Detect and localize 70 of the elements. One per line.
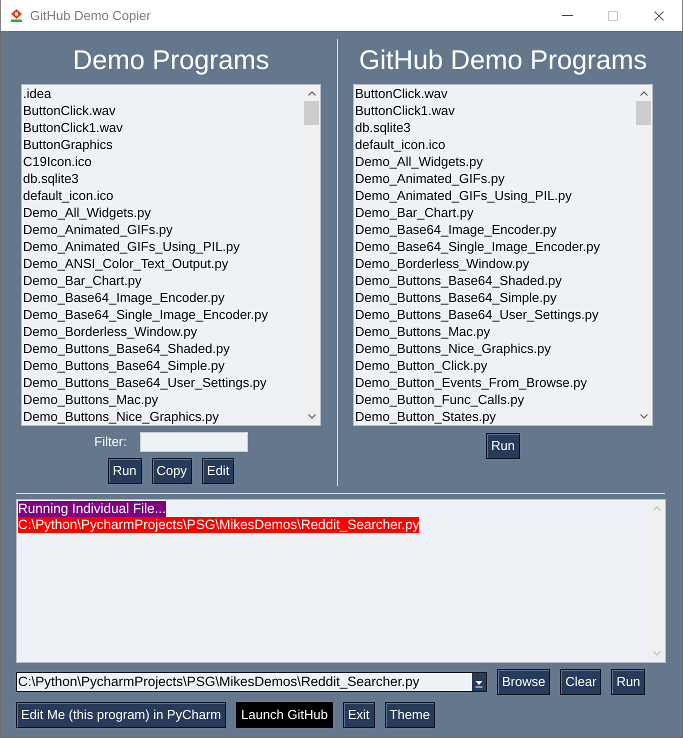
- list-item[interactable]: default_icon.ico: [354, 136, 446, 153]
- list-item[interactable]: default_icon.ico: [22, 187, 114, 204]
- list-item[interactable]: Demo_Buttons_Nice_Graphics.py: [22, 408, 219, 425]
- list-item[interactable]: Demo_Base64_Image_Encoder.py: [354, 221, 557, 238]
- list-item[interactable]: ButtonClick1.wav: [354, 102, 455, 119]
- button[interactable]: Run: [486, 433, 520, 459]
- list-item[interactable]: Demo_Animated_GIFs_Using_PIL.py: [354, 187, 572, 204]
- window-title: GitHub Demo Copier: [30, 6, 151, 25]
- list-item[interactable]: ButtonClick.wav: [354, 85, 448, 102]
- heading: Demo Programs: [72, 44, 270, 77]
- list-item[interactable]: Demo_Buttons_Base64_Simple.py: [354, 289, 557, 306]
- close-icon[interactable]: [654, 10, 664, 20]
- filter-label: Filter:: [94, 433, 127, 452]
- button[interactable]: Theme: [384, 702, 435, 728]
- heading: GitHub Demo Programs: [358, 44, 648, 77]
- list-item[interactable]: Demo_Base64_Single_Image_Encoder.py: [354, 238, 600, 255]
- scrollbar-track[interactable]: [303, 85, 320, 425]
- listbox[interactable]: [21, 84, 321, 426]
- button[interactable]: Browse: [497, 669, 550, 695]
- button[interactable]: Launch GitHub: [236, 702, 333, 728]
- scrollbar-track[interactable]: [635, 85, 652, 425]
- list-item[interactable]: Demo_ANSI_Color_Text_Output.py: [22, 255, 228, 272]
- list-item[interactable]: Demo_Buttons_Base64_Simple.py: [22, 357, 225, 374]
- list-item[interactable]: Demo_Base64_Single_Image_Encoder.py: [22, 306, 268, 323]
- list-item[interactable]: Demo_Borderless_Window.py: [22, 323, 198, 340]
- list-item[interactable]: ButtonGraphics: [22, 136, 113, 153]
- listbox[interactable]: [353, 84, 653, 426]
- scroll-down-icon[interactable]: [640, 414, 648, 419]
- list-item[interactable]: Demo_Bar_Chart.py: [22, 272, 142, 289]
- button[interactable]: Copy: [152, 458, 192, 484]
- scroll-down-icon[interactable]: [308, 414, 316, 419]
- list-item[interactable]: Demo_Animated_GIFs.py: [354, 170, 505, 187]
- list-item[interactable]: Demo_Animated_GIFs.py: [22, 221, 173, 238]
- app-icon: [10, 9, 23, 22]
- button[interactable]: Run: [108, 458, 142, 484]
- list-item[interactable]: Demo_Buttons_Mac.py: [354, 323, 490, 340]
- button[interactable]: Clear: [560, 669, 602, 695]
- filter-field[interactable]: [140, 432, 248, 452]
- list-item[interactable]: Demo_All_Widgets.py: [22, 204, 151, 221]
- scrollbar-thumb[interactable]: [304, 101, 319, 125]
- list-item[interactable]: Demo_Base64_Image_Encoder.py: [22, 289, 225, 306]
- list-item[interactable]: Demo_Bar_Chart.py: [354, 204, 474, 221]
- list-item[interactable]: Demo_Borderless_Window.py: [354, 255, 530, 272]
- list-item[interactable]: Demo_Buttons_Nice_Graphics.py: [354, 340, 551, 357]
- scroll-up-icon[interactable]: [308, 91, 316, 96]
- list-item[interactable]: .idea: [22, 85, 52, 102]
- list-item[interactable]: Demo_Buttons_Base64_User_Settings.py: [354, 306, 599, 323]
- list-item[interactable]: db.sqlite3: [22, 170, 79, 187]
- list-item[interactable]: db.sqlite3: [354, 119, 411, 136]
- list-item[interactable]: Demo_Button_Func_Calls.py: [354, 391, 524, 408]
- list-item[interactable]: Demo_Button_States.py: [354, 408, 496, 425]
- list-item[interactable]: Demo_Animated_GIFs_Using_PIL.py: [22, 238, 240, 255]
- list-item[interactable]: Demo_Buttons_Base64_Shaded.py: [22, 340, 230, 357]
- list-item[interactable]: Demo_Button_Click.py: [354, 357, 488, 374]
- scroll-up-icon[interactable]: [640, 91, 648, 96]
- list-item[interactable]: Demo_Buttons_Base64_Shaded.py: [354, 272, 562, 289]
- button[interactable]: Run: [611, 669, 646, 695]
- scrollbar-thumb[interactable]: [636, 101, 651, 125]
- list-item[interactable]: C19Icon.ico: [22, 153, 92, 170]
- button[interactable]: Edit Me (this program) in PyCharm: [16, 702, 226, 728]
- path-combo[interactable]: C:\Python\PycharmProjects\PSG\MikesDemos\Reddit_Searcher.py: [16, 672, 487, 692]
- button[interactable]: Exit: [342, 702, 375, 728]
- minimize-icon[interactable]: [562, 15, 572, 16]
- list-item[interactable]: Demo_Buttons_Base64_User_Settings.py: [22, 374, 267, 391]
- list-item[interactable]: ButtonClick1.wav: [22, 119, 123, 136]
- list-item[interactable]: Demo_Buttons_Mac.py: [22, 391, 158, 408]
- list-item[interactable]: ButtonClick.wav: [22, 102, 116, 119]
- list-item[interactable]: Demo_Button_Events_From_Browse.py: [354, 374, 587, 391]
- button[interactable]: Edit: [202, 458, 234, 484]
- list-item[interactable]: Demo_All_Widgets.py: [354, 153, 483, 170]
